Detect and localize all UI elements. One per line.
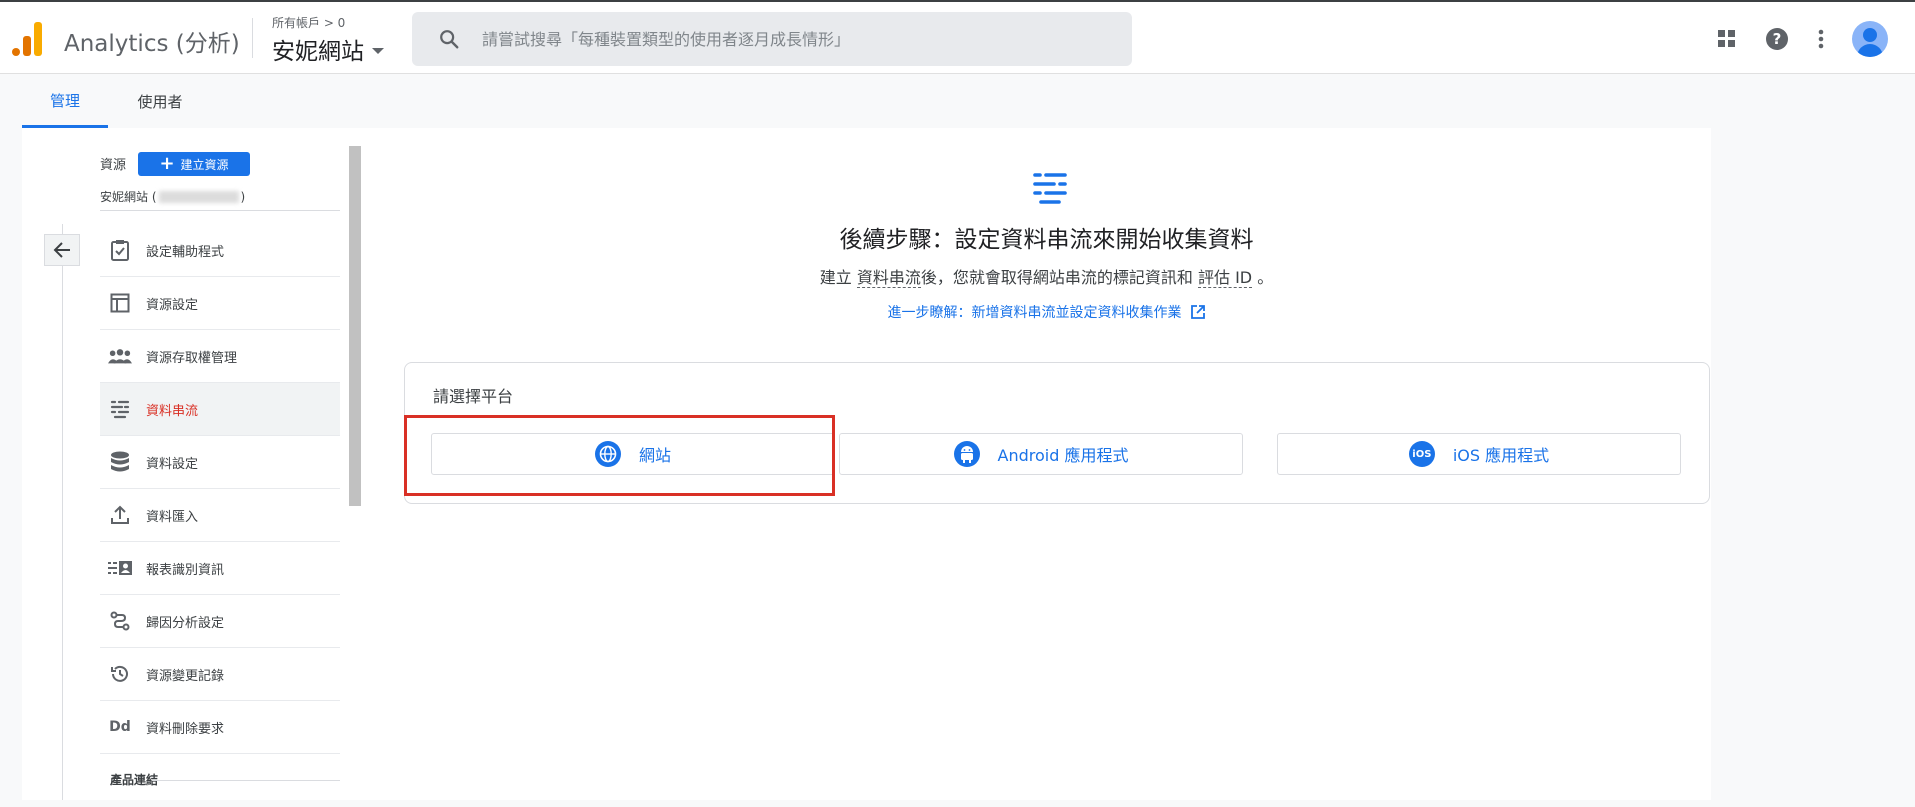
header-divider	[252, 18, 253, 58]
layout-icon	[108, 291, 132, 315]
ios-icon: iOS	[1408, 441, 1435, 467]
content-panel: 資源 + 建立資源 安妮網站 ( ) 設定輔助程式 資源設定 資源存取權管理 資…	[22, 128, 1711, 800]
property-selector[interactable]: 安妮網站	[272, 32, 384, 66]
svg-text:?: ?	[1773, 30, 1782, 48]
web-platform-button[interactable]: 網站	[431, 433, 835, 475]
property-id-prefix: 安妮網站 (	[100, 190, 157, 204]
sidebar-item-data-settings[interactable]: 資料設定	[100, 436, 340, 489]
android-platform-button[interactable]: Android 應用程式	[839, 433, 1243, 475]
sidebar-item-change-history[interactable]: 資源變更記錄	[100, 648, 340, 701]
app-title: Analytics (分析)	[64, 31, 240, 57]
ios-platform-button[interactable]: iOS iOS 應用程式	[1277, 433, 1681, 475]
sidebar-item-access-management[interactable]: 資源存取權管理	[100, 330, 340, 383]
sidebar-item-data-deletion[interactable]: Dd 資料刪除要求	[100, 701, 340, 754]
sidebar-item-attribution-settings[interactable]: 歸因分析設定	[100, 595, 340, 648]
sidebar-scrollbar[interactable]	[349, 146, 361, 506]
create-property-button[interactable]: + 建立資源	[138, 152, 250, 176]
open-in-new-icon	[1190, 305, 1205, 319]
account-breadcrumb[interactable]: 所有帳戶 > 0	[272, 14, 345, 31]
sidebar-item-label: 歸因分析設定	[146, 615, 225, 631]
upload-icon	[108, 503, 132, 527]
apps-grid-icon[interactable]	[1714, 26, 1740, 52]
more-vert-icon[interactable]	[1808, 26, 1834, 52]
platform-heading: 請選擇平台	[433, 387, 514, 406]
sidebar-item-label: 資源存取權管理	[146, 350, 238, 366]
section-divider	[152, 780, 340, 781]
dd-icon: Dd	[109, 719, 131, 735]
reporting-identity-icon	[108, 556, 132, 580]
search-input[interactable]	[482, 29, 1082, 49]
data-stream-term[interactable]: 資料串流	[856, 268, 921, 288]
web-platform-label: 網站	[638, 446, 671, 465]
caret-down-icon	[372, 48, 384, 54]
learn-more-link[interactable]: 進一步瞭解：新增資料串流並設定資料收集作業	[382, 302, 1711, 322]
sidebar-item-reporting-identity[interactable]: 報表識別資訊	[100, 542, 340, 595]
attribution-icon	[108, 609, 132, 633]
property-id-label: 安妮網站 ( )	[100, 188, 245, 205]
property-nav: 資源 + 建立資源 安妮網站 ( ) 設定輔助程式 資源設定 資源存取權管理 資…	[22, 128, 361, 800]
subtitle-text: 。	[1252, 268, 1274, 287]
subtitle-text: 建立	[819, 268, 857, 287]
property-name: 安妮網站	[272, 39, 364, 65]
admin-tabs: 管理 使用者	[0, 75, 1915, 128]
sidebar-item-label: 資料匯入	[146, 509, 199, 525]
analytics-logo-icon[interactable]	[12, 20, 44, 56]
page-title: 後續步驟：設定資料串流來開始收集資料	[839, 227, 1254, 253]
property-divider	[100, 210, 340, 211]
tab-users[interactable]: 使用者	[116, 75, 204, 128]
learn-more-label: 進一步瞭解：新增資料串流並設定資料收集作業	[887, 305, 1182, 321]
sidebar-item-label: 報表識別資訊	[146, 562, 225, 578]
resource-label: 資源	[100, 158, 127, 173]
sidebar-item-data-streams[interactable]: 資料串流	[100, 383, 340, 436]
people-icon	[108, 344, 132, 368]
sidebar-item-label: 資料設定	[146, 456, 199, 472]
create-property-label: 建立資源	[180, 157, 229, 172]
page-subtitle: 建立 資料串流後，您就會取得網站串流的標記資訊和 評估 ID 。	[382, 264, 1711, 288]
platform-card: 請選擇平台 網站 Android 應用程式 iOS iOS 應用程式	[404, 362, 1710, 504]
sidebar-item-setup-assistant[interactable]: 設定輔助程式	[100, 224, 340, 277]
sidebar-item-label: 資源變更記錄	[146, 668, 225, 684]
database-icon	[108, 450, 132, 474]
plus-icon: +	[159, 153, 175, 174]
measurement-id-term[interactable]: 評估 ID	[1197, 268, 1253, 288]
android-icon	[953, 441, 980, 467]
tab-admin[interactable]: 管理	[22, 75, 108, 128]
sidebar-item-label: 資源設定	[146, 297, 199, 313]
sidebar-item-data-import[interactable]: 資料匯入	[100, 489, 340, 542]
property-id-suffix: )	[240, 189, 246, 204]
data-streams-icon	[1033, 173, 1067, 204]
globe-icon	[594, 441, 621, 467]
ios-platform-label: iOS 應用程式	[1452, 446, 1550, 465]
android-platform-label: Android 應用程式	[997, 446, 1129, 465]
clipboard-check-icon	[108, 238, 132, 262]
history-icon	[108, 662, 132, 686]
arrow-back-icon	[53, 242, 70, 258]
data-streams-icon	[108, 397, 132, 421]
product-links-heading: 產品連結	[110, 773, 159, 787]
redacted-id	[158, 190, 239, 203]
back-button[interactable]	[44, 234, 80, 266]
sidebar-item-label: 設定輔助程式	[146, 244, 225, 260]
subtitle-text: 後，您就會取得網站串流的標記資訊和	[920, 268, 1198, 287]
search-bar[interactable]	[412, 12, 1132, 66]
data-streams-main: 後續步驟：設定資料串流來開始收集資料 建立 資料串流後，您就會取得網站串流的標記…	[382, 128, 1711, 800]
help-icon[interactable]: ?	[1764, 26, 1790, 52]
avatar[interactable]	[1852, 21, 1888, 57]
nav-guide-line	[62, 224, 63, 800]
app-header: Analytics (分析) 所有帳戶 > 0 安妮網站 ?	[0, 2, 1915, 74]
sidebar-item-label: 資料刪除要求	[146, 721, 225, 737]
search-icon	[440, 30, 459, 49]
sidebar-item-label: 資料串流	[146, 403, 199, 419]
sidebar-item-property-settings[interactable]: 資源設定	[100, 277, 340, 330]
